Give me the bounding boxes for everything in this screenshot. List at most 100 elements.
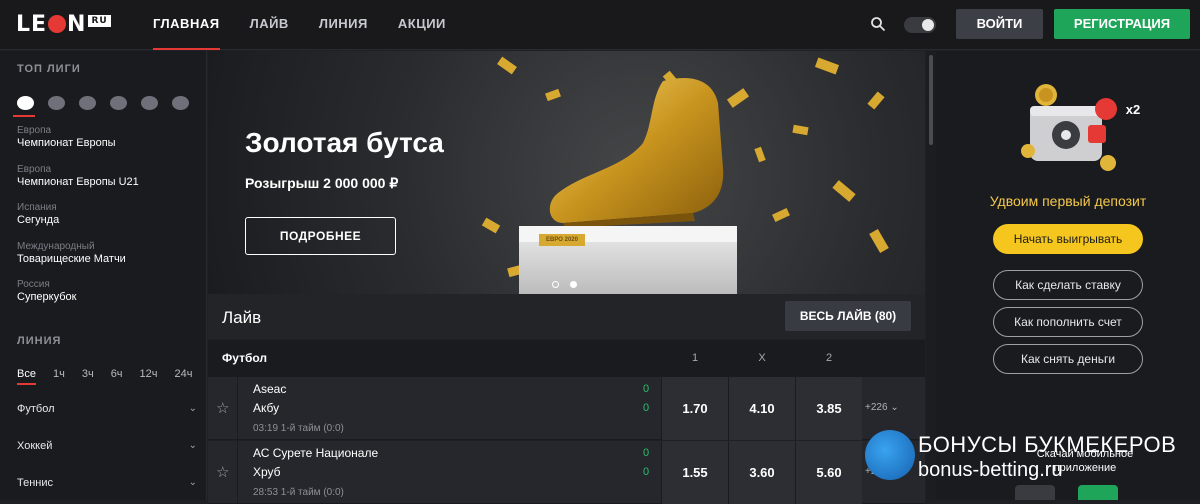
esports-icon[interactable] <box>141 96 158 110</box>
promo-banner[interactable]: Золотая бутса Розыгрыш 2 000 000 ₽ ПОДРО… <box>208 51 925 294</box>
slide-dot-active[interactable] <box>570 281 577 288</box>
league-item[interactable]: Испания Сегунда <box>17 202 59 226</box>
confetti <box>814 57 840 75</box>
match-row[interactable]: ☆ Aseac Акбу 0 0 03:19 1-й тайм (0:0) 1.… <box>208 377 925 440</box>
match-row[interactable]: ☆ АС Сурете Национале Хруб 0 0 28:53 1-й… <box>208 441 925 504</box>
odd-1[interactable]: 1.55 <box>661 441 728 504</box>
league-region: Европа <box>17 164 52 175</box>
multiplier-badge: x2 <box>1125 102 1141 117</box>
odd-2[interactable]: 3.85 <box>795 377 862 440</box>
team-away: Акбу <box>253 401 280 415</box>
period-6h[interactable]: 6ч <box>111 368 123 385</box>
confetti <box>792 124 809 136</box>
volleyball-icon[interactable] <box>172 96 189 110</box>
period-24h[interactable]: 24ч <box>175 368 193 385</box>
theme-toggle[interactable] <box>904 17 936 33</box>
live-title: Лайв <box>222 308 262 327</box>
register-button[interactable]: РЕГИСТРАЦИЯ <box>1054 9 1190 39</box>
slide-dot[interactable] <box>552 281 559 288</box>
all-live-button[interactable]: ВЕСЬ ЛАЙВ (80) <box>785 301 911 331</box>
sport-row-label: Теннис <box>17 477 54 489</box>
star-icon[interactable]: ☆ <box>216 399 229 417</box>
column-1: 1 <box>691 352 699 364</box>
logo[interactable]: LE N RU <box>16 12 111 37</box>
line-title: ЛИНИЯ <box>17 335 62 347</box>
period-12h[interactable]: 12ч <box>140 368 158 385</box>
top-bar: LE N RU ГЛАВНАЯ ЛАЙВ ЛИНИЯ АКЦИИ ВОЙТИ РЕГ… <box>0 0 1200 50</box>
row-divider <box>237 377 238 440</box>
league-name: Суперкубок <box>17 291 77 303</box>
nav-item-live[interactable]: ЛАЙВ <box>250 0 289 50</box>
golden-boot-image <box>549 77 724 228</box>
watermark-url: bonus-betting.ru <box>918 459 1063 481</box>
chevron-down-icon: ⌄ <box>188 440 197 451</box>
logo-text-le: LE <box>16 12 48 37</box>
nav-item-line[interactable]: ЛИНИЯ <box>319 0 368 50</box>
sport-row-football[interactable]: Футбол ⌄ <box>17 403 197 415</box>
league-item[interactable]: Европа Чемпионат Европы <box>17 125 116 149</box>
confetti <box>867 91 885 110</box>
league-item[interactable]: Международный Товарищеские Матчи <box>17 241 126 265</box>
period-1h[interactable]: 1ч <box>53 368 65 385</box>
chevron-down-icon: ⌄ <box>890 402 899 413</box>
main-nav: ГЛАВНАЯ ЛАЙВ ЛИНИЯ АКЦИИ <box>153 0 476 50</box>
sport-row-tennis[interactable]: Теннис ⌄ <box>17 477 197 489</box>
soccer-icon[interactable] <box>17 96 34 110</box>
sport-header-bar: Футбол 1 X 2 <box>208 340 925 377</box>
nav-item-promotions[interactable]: АКЦИИ <box>398 0 446 50</box>
banner-more-button[interactable]: ПОДРОБНЕЕ <box>245 217 396 255</box>
league-name: Чемпионат Европы U21 <box>17 176 139 188</box>
sport-row-hockey[interactable]: Хоккей ⌄ <box>17 440 197 452</box>
sport-row-label: Хоккей <box>17 440 53 452</box>
search-icon[interactable] <box>870 16 886 32</box>
period-all[interactable]: Все <box>17 368 36 385</box>
scrollbar-thumb[interactable] <box>929 55 933 145</box>
league-item[interactable]: Европа Чемпионат Европы U21 <box>17 164 139 188</box>
how-to-bet-button[interactable]: Как сделать ставку <box>993 270 1143 300</box>
apple-icon[interactable] <box>1015 485 1055 500</box>
nav-item-home[interactable]: ГЛАВНАЯ <box>153 0 220 50</box>
start-winning-button[interactable]: Начать выигрывать <box>993 224 1143 254</box>
confetti <box>754 146 766 163</box>
top-leagues-title: ТОП ЛИГИ <box>17 63 81 75</box>
odd-2[interactable]: 5.60 <box>795 441 862 504</box>
chevron-down-icon: ⌄ <box>188 477 197 488</box>
how-to-deposit-button[interactable]: Как пополнить счет <box>993 307 1143 337</box>
period-3h[interactable]: 3ч <box>82 368 94 385</box>
league-region: Международный <box>17 241 95 252</box>
odd-x[interactable]: 3.60 <box>728 441 795 504</box>
league-region: Испания <box>17 202 57 213</box>
active-sport-indicator <box>13 115 35 117</box>
confetti <box>497 56 517 75</box>
odd-1[interactable]: 1.70 <box>661 377 728 440</box>
sport-name: Футбол <box>222 351 268 365</box>
watermark-title: БОНУСЫ БУКМЕКЕРОВ <box>918 432 1177 457</box>
basketball-icon[interactable] <box>110 96 127 110</box>
how-to-withdraw-button[interactable]: Как снять деньги <box>993 344 1143 374</box>
confetti <box>869 228 889 254</box>
odd-x[interactable]: 4.10 <box>728 377 795 440</box>
team-home: Aseac <box>253 382 287 396</box>
android-icon[interactable] <box>1078 485 1118 500</box>
league-item[interactable]: Россия Суперкубок <box>17 279 76 303</box>
pedestal-label: ЕВРО 2020 <box>539 234 585 246</box>
league-region: Россия <box>17 279 50 290</box>
promo-headline: Удвоим первый депозит <box>989 193 1147 209</box>
score-home: 0 <box>643 383 650 395</box>
column-x: X <box>758 352 766 364</box>
banner-subtitle: Розыгрыш 2 000 000 ₽ <box>245 175 399 191</box>
more-markets[interactable]: +226 ⌄ <box>865 402 899 413</box>
score-home: 0 <box>643 447 650 459</box>
sport-filter-icons <box>17 96 189 110</box>
login-button[interactable]: ВОЙТИ <box>956 9 1043 39</box>
confetti <box>772 207 790 223</box>
sidebar: ТОП ЛИГИ Европа Чемпионат Европы Европа … <box>0 51 207 500</box>
hockey-icon[interactable] <box>48 96 65 110</box>
score-away: 0 <box>643 402 650 414</box>
star-icon[interactable]: ☆ <box>216 463 229 481</box>
team-away: Хруб <box>253 465 281 479</box>
watermark-ball-icon <box>865 430 915 480</box>
tennis-icon[interactable] <box>79 96 96 110</box>
confetti <box>481 217 501 234</box>
period-filter: Все 1ч 3ч 6ч 12ч 24ч <box>17 368 209 385</box>
